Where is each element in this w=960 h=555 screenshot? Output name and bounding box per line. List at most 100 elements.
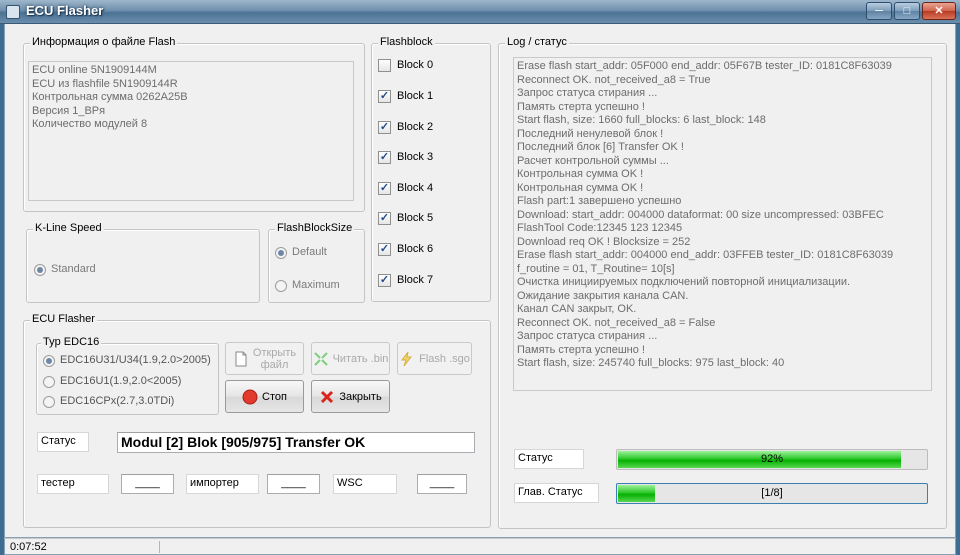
open-file-label: Открыть файл <box>252 346 297 371</box>
file-info-line: Количество модулей 8 <box>32 118 148 130</box>
log-line: Reconnect OK. not_received_a8 = False <box>517 316 716 329</box>
block-label: Block 1 <box>397 90 434 102</box>
flash-sgo-label: Flash .sgo <box>419 352 470 365</box>
block-7-checkbox[interactable]: ✓ Block 7 <box>378 273 478 289</box>
app-icon <box>6 5 20 19</box>
stop-button[interactable]: Стоп <box>225 380 304 413</box>
block-5-checkbox[interactable]: ✓ Block 5 <box>378 211 478 227</box>
log-line: Ожидание закрытия канала CAN. <box>517 289 689 302</box>
radio-label: Maximum <box>292 279 340 291</box>
log-textbox[interactable]: Erase flash start_addr: 05F000 end_addr:… <box>513 57 932 391</box>
minimize-icon: ─ <box>875 5 883 17</box>
log-line: Запрос статуса стирания ... <box>517 87 658 99</box>
read-bin-button[interactable]: Читать .bin <box>311 342 390 375</box>
block-label: Block 3 <box>397 151 434 163</box>
flash-sgo-button[interactable]: Flash .sgo <box>397 342 472 375</box>
log-line: Последний блок [6] Transfer OK ! <box>517 141 684 153</box>
log-line: Очистка инициируемых подключений повторн… <box>517 276 851 288</box>
log-line: Start flash, size: 245740 full_blocks: 9… <box>517 357 785 369</box>
main-status-label: Глав. Статус <box>514 483 599 503</box>
file-info-textbox[interactable]: ECU online 5N1909144M ECU из flashfile 5… <box>28 61 354 201</box>
app-window: ECU Flasher ─ □ ✕ Информация о файле Fla… <box>0 0 960 555</box>
log-line: Последний ненулевой блок ! <box>517 127 664 140</box>
block-2-checkbox[interactable]: ✓ Block 2 <box>378 120 478 136</box>
edc-type-legend: Typ EDC16 <box>41 336 102 348</box>
checkmark-icon: ✓ <box>378 121 391 134</box>
radio-dot <box>34 264 46 276</box>
close-icon: ✕ <box>934 5 944 17</box>
client-area: Информация о файле Flash ECU online 5N19… <box>4 24 956 538</box>
log-line: Контрольная сумма OK ! <box>517 181 644 194</box>
flashblocksize-group: FlashBlockSize Default Maximum <box>268 222 365 303</box>
log-line: Канал CAN закрыт, OK. <box>517 303 637 315</box>
file-info-line: Версия 1_BPя <box>32 104 106 117</box>
close-label: Закрыть <box>339 390 382 403</box>
wsc-label: WSC <box>333 474 397 494</box>
block-label: Block 5 <box>397 212 434 224</box>
radio-dot <box>275 280 287 292</box>
edc-type-group: Typ EDC16 EDC16U31/U34(1.9,2.0>2005) EDC… <box>36 336 219 415</box>
checkmark-icon: ✓ <box>378 90 391 103</box>
radio-label: EDC16U31/U34(1.9,2.0>2005) <box>60 354 211 366</box>
block-4-checkbox[interactable]: ✓ Block 4 <box>378 181 478 197</box>
block-label: Block 0 <box>397 59 434 71</box>
main-progress-text: [1/8] <box>761 487 783 499</box>
log-line: Erase flash start_addr: 004000 end_addr:… <box>517 249 894 261</box>
radio-label: EDC16CPx(2.7,3.0TDi) <box>60 395 175 407</box>
log-legend: Log / статус <box>505 36 569 48</box>
block-1-checkbox[interactable]: ✓ Block 1 <box>378 89 478 105</box>
status-separator <box>159 541 160 553</box>
tester-label: тестер <box>37 474 109 494</box>
radio-label: Default <box>292 246 327 258</box>
log-line: Download: start_addr: 004000 dataformat:… <box>517 208 884 221</box>
radio-dot <box>43 396 55 408</box>
block-3-checkbox[interactable]: ✓ Block 3 <box>378 150 478 166</box>
kline-speed-legend: K-Line Speed <box>33 222 104 234</box>
log-line: FlashTool Code:12345 123 12345 <box>517 222 683 234</box>
checkmark-icon: ✓ <box>378 274 391 287</box>
read-bin-label: Читать .bin <box>332 352 389 365</box>
lightning-icon <box>399 351 415 367</box>
block-6-checkbox[interactable]: ✓ Block 6 <box>378 242 478 258</box>
checkbox-box <box>378 59 391 72</box>
arrows-icon <box>313 351 329 367</box>
log-line: Запрос статуса стирания ... <box>517 330 658 342</box>
file-info-legend: Информация о файле Flash <box>30 36 178 48</box>
wsc-field[interactable]: ____ <box>417 474 467 494</box>
ecu-flasher-group: ECU Flasher Typ EDC16 EDC16U31/U34(1.9,2… <box>23 313 491 528</box>
open-file-button[interactable]: Открыть файл <box>225 342 304 375</box>
status-progress-bar: 92% <box>616 449 928 470</box>
file-info-line: ECU из flashfile 5N1909144R <box>32 77 178 90</box>
status-bar: 0:07:52 <box>4 538 956 555</box>
tester-field[interactable]: ____ <box>121 474 174 494</box>
log-line: Download req OK ! Blocksize = 252 <box>517 235 691 248</box>
radio-dot <box>43 355 55 367</box>
title-bar[interactable]: ECU Flasher ─ □ ✕ <box>0 0 960 24</box>
importer-label: импортер <box>186 474 259 494</box>
stop-label: Стоп <box>262 390 287 403</box>
block-0-checkbox[interactable]: Block 0 <box>378 58 478 74</box>
elapsed-time: 0:07:52 <box>10 541 47 553</box>
status-field: Modul [2] Blok [905/975] Transfer OK <box>117 432 475 453</box>
block-label: Block 4 <box>397 182 434 194</box>
log-line: Flash part:1 завершено успешно <box>517 195 682 207</box>
log-status-label: Статус <box>514 449 584 469</box>
close-window-button[interactable]: ✕ <box>922 2 956 20</box>
close-button[interactable]: Закрыть <box>311 380 390 413</box>
file-icon <box>233 351 249 367</box>
checkmark-icon: ✓ <box>378 151 391 164</box>
log-line: Расчет контрольной суммы ... <box>517 154 669 167</box>
file-info-line: ECU online 5N1909144M <box>32 64 157 76</box>
log-line: Start flash, size: 1660 full_blocks: 6 l… <box>517 114 766 126</box>
log-line: Erase flash start_addr: 05F000 end_addr:… <box>517 60 892 72</box>
status-progress-text: 92% <box>760 453 784 465</box>
log-line: Контрольная сумма OK ! <box>517 168 644 180</box>
window-title: ECU Flasher <box>26 3 104 18</box>
checkmark-icon: ✓ <box>378 182 391 195</box>
importer-field[interactable]: ____ <box>267 474 320 494</box>
maximize-button[interactable]: □ <box>894 2 920 20</box>
flashblock-group: Flashblock Block 0 ✓ Block 1 ✓ Block 2 ✓ Bl… <box>371 36 491 302</box>
minimize-button[interactable]: ─ <box>866 2 892 20</box>
checkmark-icon: ✓ <box>378 243 391 256</box>
log-line: Reconnect OK. not_received_a8 = True <box>517 73 711 86</box>
